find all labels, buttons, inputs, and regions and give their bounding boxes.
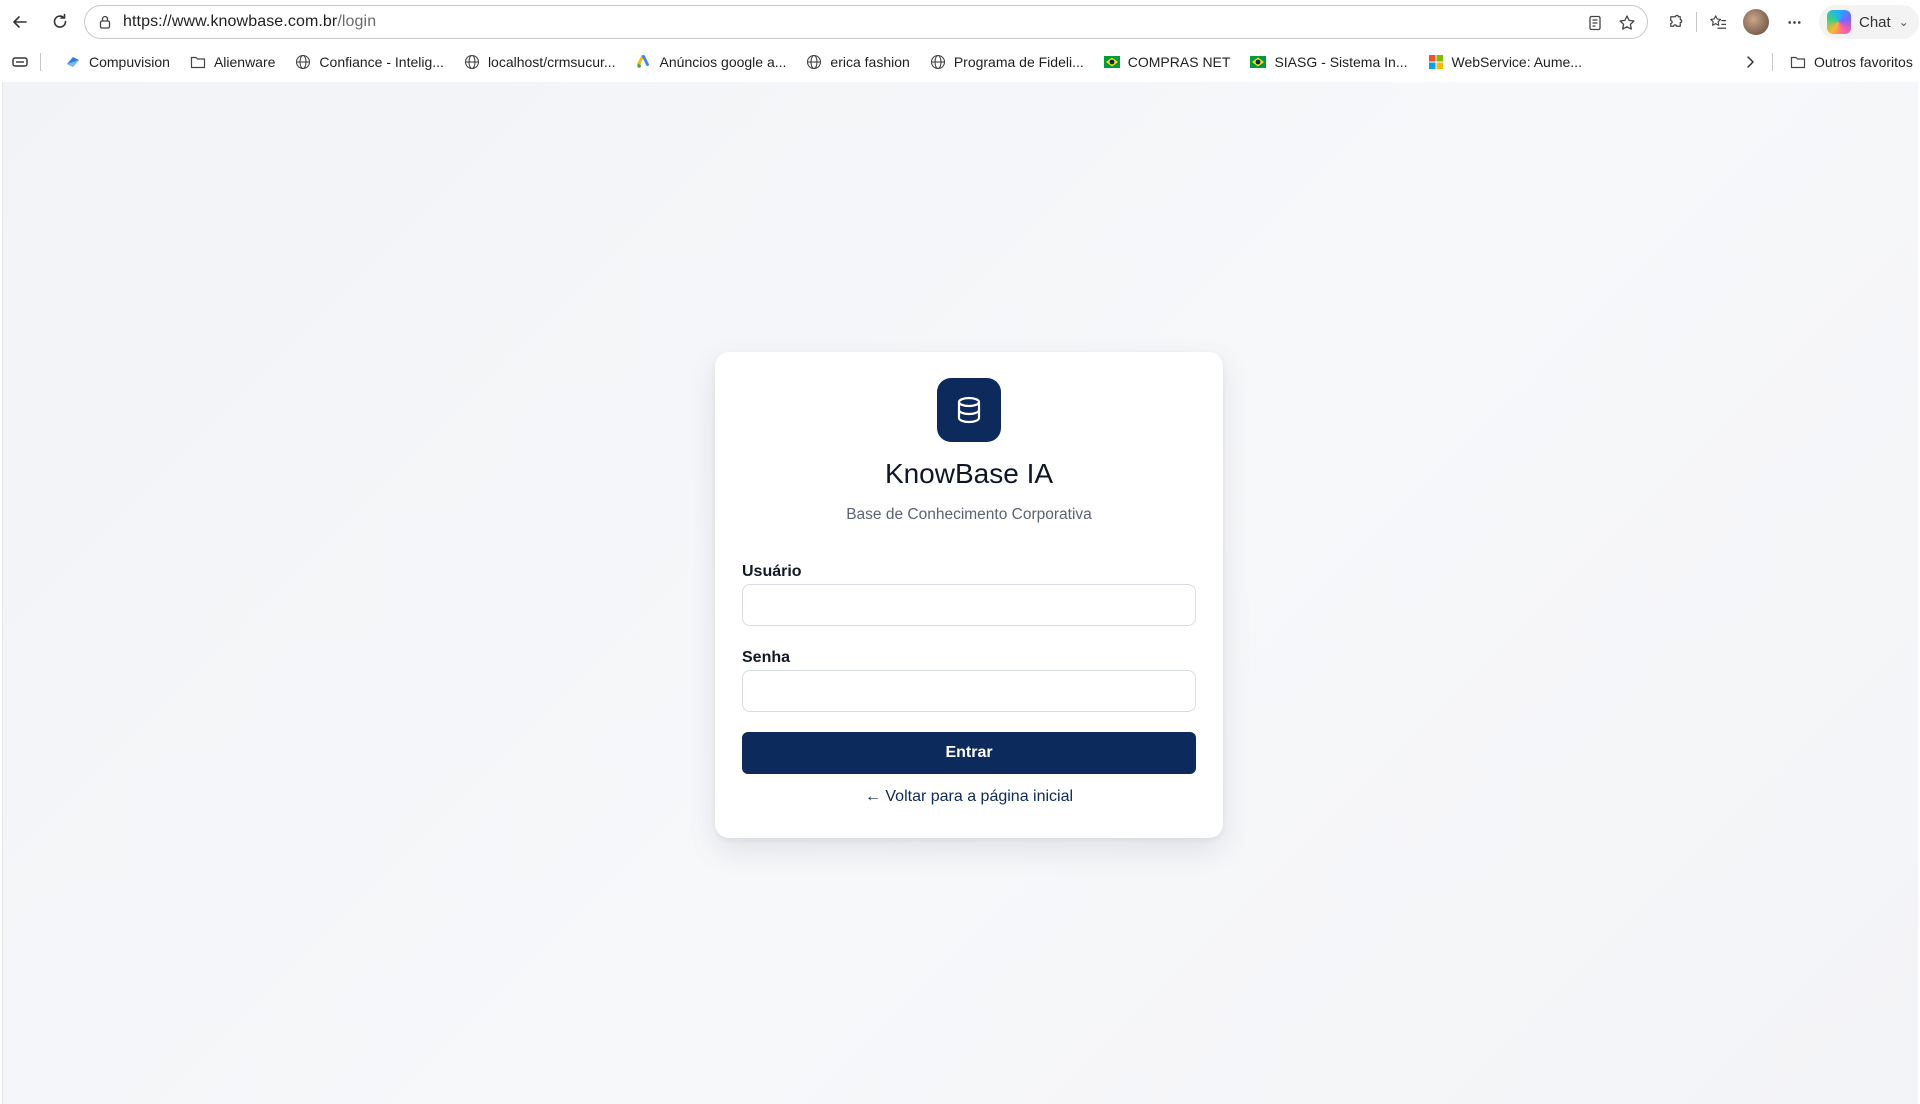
arrow-left-icon xyxy=(13,16,27,28)
microsoft-icon xyxy=(1428,54,1444,70)
database-icon xyxy=(957,396,981,424)
compuvision-icon xyxy=(65,54,81,70)
bookmark-compuvision[interactable]: Compuvision xyxy=(55,48,180,76)
back-to-home-link[interactable]: ← Voltar para a página inicial xyxy=(715,788,1223,806)
star-icon xyxy=(1619,15,1635,30)
bookmark-siasg[interactable]: SIASG - Sistema In... xyxy=(1240,48,1417,76)
copilot-icon xyxy=(1827,10,1851,34)
bookmarks-separator xyxy=(40,53,41,71)
bookmark-label: Compuvision xyxy=(89,54,170,70)
extensions-button[interactable] xyxy=(1656,4,1694,40)
chevron-right-icon xyxy=(1747,56,1754,68)
address-bar[interactable]: https://www.knowbase.com.br/login xyxy=(84,5,1648,39)
app-logo xyxy=(937,378,1001,442)
page-viewport: KnowBase IA Base de Conhecimento Corpora… xyxy=(2,82,1918,1104)
back-button[interactable] xyxy=(0,2,40,42)
bookmark-label: localhost/crmsucur... xyxy=(487,54,616,70)
collections-icon xyxy=(12,57,28,67)
bookmark-confiance[interactable]: Confiance - Intelig... xyxy=(285,48,454,76)
bookmark-label: erica fashion xyxy=(830,54,910,70)
bookmark-webservice[interactable]: WebService: Aume... xyxy=(1418,48,1592,76)
brazil-flag-icon xyxy=(1103,54,1120,70)
login-card: KnowBase IA Base de Conhecimento Corpora… xyxy=(715,352,1223,838)
app-title: KnowBase IA xyxy=(884,458,1054,489)
chat-label: Chat xyxy=(1859,13,1891,31)
bookmark-programa-fidelidade[interactable]: Programa de Fideli... xyxy=(920,48,1094,76)
bookmark-label: WebService: Aume... xyxy=(1451,54,1582,70)
bookmarks-overflow-button[interactable] xyxy=(1736,48,1764,76)
browser-toolbar: https://www.knowbase.com.br/login Chat ⌄ xyxy=(0,0,1920,44)
toolbar-separator xyxy=(1696,12,1697,32)
favorite-star-button[interactable] xyxy=(1613,9,1641,37)
folder-icon xyxy=(1790,54,1806,70)
bookmark-google-ads[interactable]: Anúncios google a... xyxy=(626,48,797,76)
bookmark-erica-fashion[interactable]: erica fashion xyxy=(796,48,919,76)
bookmark-localhost[interactable]: localhost/crmsucur... xyxy=(454,48,626,76)
folder-icon xyxy=(190,54,206,70)
globe-icon xyxy=(806,54,822,70)
app-subtitle: Base de Conhecimento Corporativa xyxy=(846,506,1092,523)
browser-right-tools: Chat ⌄ xyxy=(1656,4,1919,40)
globe-icon xyxy=(464,54,480,70)
url-path: /login xyxy=(337,13,377,30)
collections-button[interactable] xyxy=(0,47,40,77)
more-options-button[interactable] xyxy=(1775,4,1813,40)
refresh-icon xyxy=(53,13,67,28)
bookmark-compras-net[interactable]: COMPRAS NET xyxy=(1094,48,1241,76)
brazil-flag-icon xyxy=(1250,54,1267,70)
google-ads-icon xyxy=(636,54,652,70)
bookmarks-bar: Compuvision Alienware Confiance - Inteli… xyxy=(0,46,1920,78)
lock-icon[interactable] xyxy=(97,14,113,30)
username-input[interactable] xyxy=(742,584,1196,626)
bookmarks-separator xyxy=(1772,53,1773,71)
favorites-list-icon xyxy=(1709,14,1726,29)
bookmark-alienware[interactable]: Alienware xyxy=(180,48,285,76)
bookmark-label: Alienware xyxy=(213,54,276,70)
bookmark-other-favorites[interactable]: Outros favoritos xyxy=(1780,48,1920,76)
globe-icon xyxy=(295,54,311,70)
bookmark-label: Confiance - Intelig... xyxy=(319,54,444,70)
bookmark-label: Programa de Fideli... xyxy=(953,54,1084,70)
bookmark-label: COMPRAS NET xyxy=(1127,54,1231,70)
globe-icon xyxy=(930,54,946,70)
profile-button[interactable] xyxy=(1737,4,1775,40)
url-text: https://www.knowbase.com.br/login xyxy=(123,13,376,31)
copilot-chat-button[interactable]: Chat ⌄ xyxy=(1819,5,1919,39)
refresh-button[interactable] xyxy=(40,2,80,42)
bookmark-label: SIASG - Sistema In... xyxy=(1274,54,1408,70)
chevron-down-icon: ⌄ xyxy=(1898,15,1909,29)
bookmark-label: Anúncios google a... xyxy=(659,54,787,70)
url-host: https://www.knowbase.com.br xyxy=(123,13,338,30)
ellipsis-icon xyxy=(1787,20,1801,24)
username-label: Usuário xyxy=(742,563,802,580)
address-bar-actions xyxy=(1581,9,1641,37)
password-input[interactable] xyxy=(742,670,1196,712)
puzzle-icon xyxy=(1669,14,1682,27)
reader-icon xyxy=(1589,15,1601,31)
avatar xyxy=(1743,9,1769,35)
reader-mode-button[interactable] xyxy=(1581,9,1609,37)
password-label: Senha xyxy=(742,649,791,666)
bookmark-label: Outros favoritos xyxy=(1814,54,1913,70)
favorites-button[interactable] xyxy=(1699,4,1737,40)
login-button[interactable]: Entrar xyxy=(742,732,1196,774)
